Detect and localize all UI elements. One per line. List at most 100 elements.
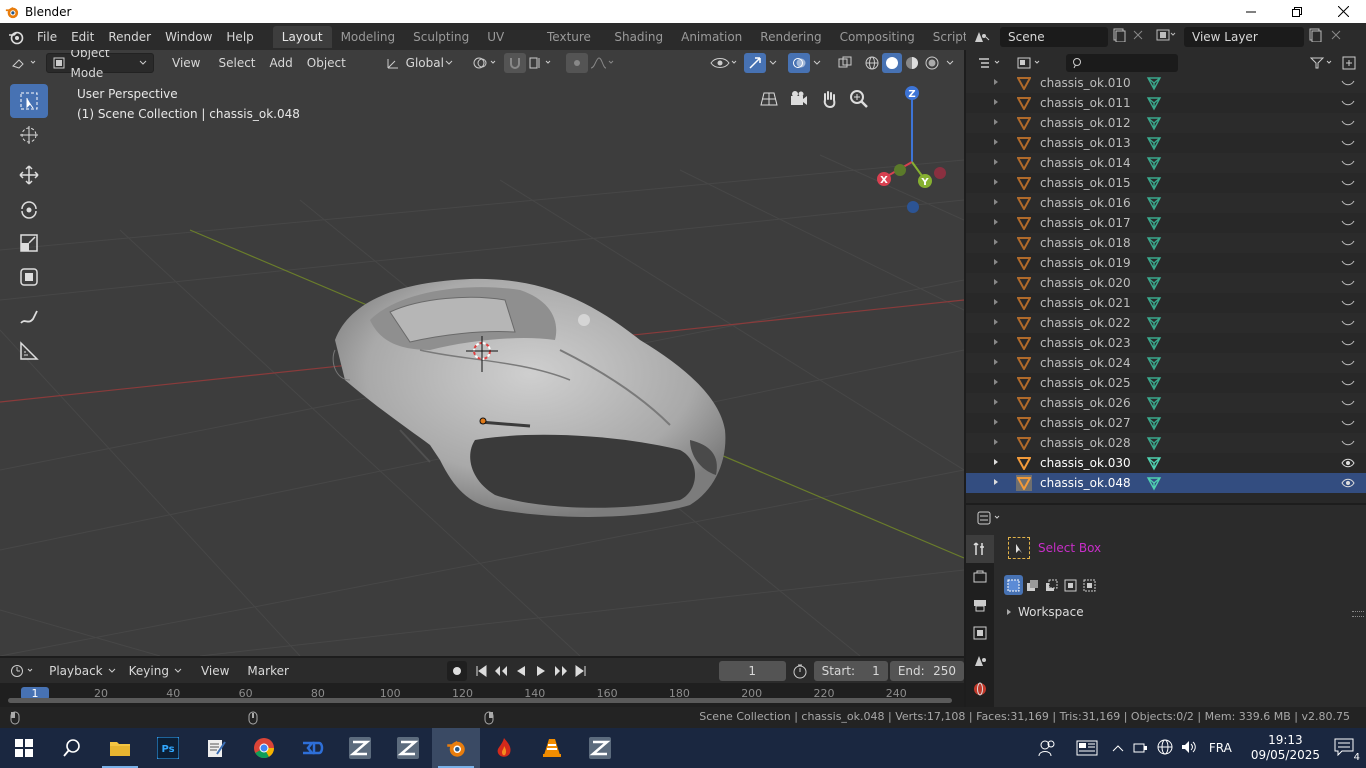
outliner-row-name[interactable]: chassis_ok.022 (1040, 316, 1136, 330)
zoom-view-icon[interactable] (844, 84, 874, 114)
hidden-eye-icon[interactable] (1340, 436, 1356, 450)
hidden-eye-icon[interactable] (1340, 416, 1356, 430)
network-icon[interactable] (1153, 739, 1177, 758)
tab-rendering[interactable]: Rendering (751, 26, 830, 48)
tab-compositing[interactable]: Compositing (831, 26, 924, 48)
hidden-eye-icon[interactable] (1340, 136, 1356, 150)
next-keyframe-button[interactable] (551, 661, 571, 681)
mesh-data-icon[interactable] (1146, 415, 1162, 431)
remove-scene-icon[interactable] (1132, 29, 1152, 44)
outliner-row-name[interactable]: chassis_ok.016 (1040, 196, 1136, 210)
outliner-row-name[interactable]: chassis_ok.011 (1040, 96, 1136, 110)
tab-animation[interactable]: Animation (672, 26, 751, 48)
hidden-eye-icon[interactable] (1340, 116, 1356, 130)
snap-icon[interactable] (503, 53, 526, 73)
material-shading-icon[interactable] (902, 53, 922, 73)
timeline-menu-view[interactable]: View (195, 661, 235, 681)
outliner-row-name[interactable]: chassis_ok.014 (1040, 156, 1136, 170)
blender-menu-icon[interactable] (8, 26, 24, 48)
outliner-row-name[interactable]: chassis_ok.018 (1040, 236, 1136, 250)
outliner-row[interactable]: chassis_ok.030 (966, 453, 1366, 473)
mesh-data-icon[interactable] (1146, 135, 1162, 151)
falloff-icon[interactable] (588, 53, 618, 73)
expand-arrow-icon[interactable] (992, 338, 1002, 349)
outliner-row-name[interactable]: chassis_ok.023 (1040, 336, 1136, 350)
outliner-row-name[interactable]: chassis_ok.028 (1040, 436, 1136, 450)
3d-viewport[interactable]: Z X Y Object Mode View Select Add Object… (0, 50, 964, 656)
camera-view-icon[interactable] (784, 84, 814, 114)
mesh-data-icon[interactable] (1146, 76, 1162, 91)
outliner-row[interactable]: chassis_ok.024 (966, 353, 1366, 373)
blender-app[interactable] (432, 728, 480, 768)
mesh-data-icon[interactable] (1146, 295, 1162, 311)
search-button[interactable] (48, 728, 96, 768)
hidden-eye-icon[interactable] (1340, 196, 1356, 210)
outliner-search-input[interactable] (1066, 54, 1178, 72)
outliner-row[interactable]: chassis_ok.019 (966, 253, 1366, 273)
output-properties-tab-icon[interactable] (966, 591, 994, 619)
view-layer-properties-tab-icon[interactable] (966, 619, 994, 647)
expand-arrow-icon[interactable] (992, 78, 1002, 89)
outliner-row[interactable]: chassis_ok.011 (966, 93, 1366, 113)
show-hidden-icons-icon[interactable] (1107, 741, 1129, 755)
snap-target-icon[interactable] (526, 53, 556, 73)
expand-arrow-icon[interactable] (992, 118, 1002, 129)
scale-tool-icon[interactable] (10, 226, 48, 260)
transform-orientation-dropdown[interactable]: Global (380, 53, 460, 73)
outliner-row[interactable]: chassis_ok.013 (966, 133, 1366, 153)
mesh-data-icon[interactable] (1146, 355, 1162, 371)
app-shortcut-1[interactable] (336, 728, 384, 768)
prev-keyframe-button[interactable] (491, 661, 511, 681)
expand-arrow-icon[interactable] (992, 458, 1002, 469)
outliner-row[interactable]: chassis_ok.015 (966, 173, 1366, 193)
viewport-menu-add[interactable]: Add (264, 53, 299, 73)
mesh-data-icon[interactable] (1146, 455, 1162, 471)
language-indicator[interactable]: FRA (1209, 741, 1239, 755)
outliner-row[interactable]: chassis_ok.026 (966, 393, 1366, 413)
outliner-row-name[interactable]: chassis_ok.019 (1040, 256, 1136, 270)
mode-set-icon[interactable] (1004, 575, 1023, 595)
tab-modeling[interactable]: Modeling (332, 26, 405, 48)
hidden-eye-icon[interactable] (1340, 76, 1356, 90)
outliner-row[interactable]: chassis_ok.023 (966, 333, 1366, 353)
render-properties-tab-icon[interactable] (966, 563, 994, 591)
expand-arrow-icon[interactable] (992, 358, 1002, 369)
mesh-data-icon[interactable] (1146, 175, 1162, 191)
expand-arrow-icon[interactable] (992, 478, 1002, 489)
close-button[interactable] (1320, 0, 1366, 23)
menu-window[interactable]: Window (158, 26, 219, 48)
visibility-icon[interactable] (708, 53, 740, 73)
view-layer-field[interactable]: View Layer (1184, 26, 1304, 47)
hidden-eye-icon[interactable] (1340, 256, 1356, 270)
start-button[interactable] (0, 728, 48, 768)
shading-dropdown-icon[interactable] (942, 53, 958, 73)
timeline-ruler[interactable]: 1 20 40 60 80 100 120 140 160 180 200 220 240 (0, 683, 964, 707)
app-shortcut-4[interactable] (576, 728, 624, 768)
record-button[interactable] (446, 660, 467, 681)
outliner-editor-type-icon[interactable] (974, 53, 1006, 73)
outliner-row-name[interactable]: chassis_ok.012 (1040, 116, 1136, 130)
mesh-data-icon[interactable] (1146, 275, 1162, 291)
restore-button[interactable] (1274, 0, 1320, 23)
visibility-eye-icon[interactable] (1340, 476, 1356, 490)
gizmo-dropdown-icon[interactable] (766, 53, 780, 73)
workspace-panel-header[interactable]: Workspace (1004, 605, 1084, 619)
measure-tool-icon[interactable] (10, 334, 48, 368)
hidden-eye-icon[interactable] (1340, 356, 1356, 370)
preview-range-icon[interactable] (790, 661, 810, 681)
mesh-data-icon[interactable] (1146, 375, 1162, 391)
people-button[interactable] (1027, 728, 1067, 768)
mesh-data-icon[interactable] (1146, 315, 1162, 331)
expand-arrow-icon[interactable] (992, 178, 1002, 189)
mode-subtract-icon[interactable] (1042, 575, 1061, 595)
transform-tool-icon[interactable] (10, 260, 48, 294)
tool-properties-tab-icon[interactable] (966, 535, 994, 563)
hidden-eye-icon[interactable] (1340, 216, 1356, 230)
notepad-app[interactable] (192, 728, 240, 768)
app-shortcut-3[interactable] (480, 728, 528, 768)
outliner-row-name[interactable]: chassis_ok.015 (1040, 176, 1136, 190)
jump-end-button[interactable] (571, 661, 591, 681)
filter-icon[interactable] (1308, 53, 1338, 73)
hidden-eye-icon[interactable] (1340, 376, 1356, 390)
app-shortcut-2[interactable] (384, 728, 432, 768)
